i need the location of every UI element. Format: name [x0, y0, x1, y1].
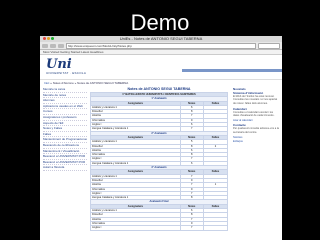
browser-toolbar: http://www.uniqueuni.com/ModoUnity/Notes…: [40, 42, 282, 50]
back-button[interactable]: [42, 43, 48, 48]
right-panel: Novetats Sistema d'informació El Web de …: [233, 87, 279, 144]
table-cell: 7: [179, 225, 204, 231]
grades-table: 1º BATXILLERATO HUMANITATS i CIENTIFICO-…: [90, 91, 229, 231]
left-menu-item[interactable]: Aulari a l'Escola: [43, 165, 87, 171]
web-page: Uni UNIVERSITAT · ESCOLA Inici » Notes d…: [40, 55, 282, 235]
window-titlebar: UniEs - Notes de ANTONIO SEGUI TABERNA: [40, 36, 282, 42]
breadcrumb: Inici » Notes d'Alumne » Notes de ANTONI…: [40, 80, 282, 87]
search-field[interactable]: [258, 42, 280, 49]
slide-title: Demo: [130, 10, 190, 35]
breadcrumb-home[interactable]: Inici: [44, 81, 49, 85]
browser-window: UniEs - Notes de ANTONIO SEGUI TABERNA h…: [40, 36, 282, 240]
main-content: Notes de ANTONIO SEGUI TABERNA 1º BATXIL…: [90, 87, 229, 231]
window-title: UniEs - Notes de ANTONIO SEGUI TABERNA: [119, 36, 203, 41]
logo-text: Uni: [46, 57, 72, 72]
site-logo[interactable]: Uni UNIVERSITAT · ESCOLA: [46, 58, 86, 75]
links-link[interactable]: Enllaços: [233, 140, 279, 144]
calendar-text: Consulteu el calendari escolar i les dat…: [233, 110, 275, 118]
site-header: Uni UNIVERSITAT · ESCOLA: [40, 55, 282, 80]
forward-button[interactable]: [50, 43, 56, 48]
table-cell: [202, 225, 229, 231]
breadcrumb-path: » Notes d'Alumne » Notes de ANTONIO SEGU…: [50, 81, 129, 85]
left-menu: Menúrie la xarxa Menúrie de notes Alumnes A…: [43, 87, 87, 171]
reload-button[interactable]: [58, 43, 64, 48]
header-stripe: [182, 69, 282, 72]
address-bar[interactable]: http://www.uniqueuni.com/ModoUnity/Notes…: [66, 42, 256, 49]
contact-text: Per qualsevol consulta adreceu-vos a la …: [233, 127, 279, 134]
table-cell: Anglès I: [90, 225, 181, 231]
table-row: Anglès I7: [90, 225, 229, 231]
info-text: El Web de l'Institut ha estat renovat. C…: [233, 95, 278, 105]
logo-subtitle: UNIVERSITAT · ESCOLA: [46, 71, 87, 75]
